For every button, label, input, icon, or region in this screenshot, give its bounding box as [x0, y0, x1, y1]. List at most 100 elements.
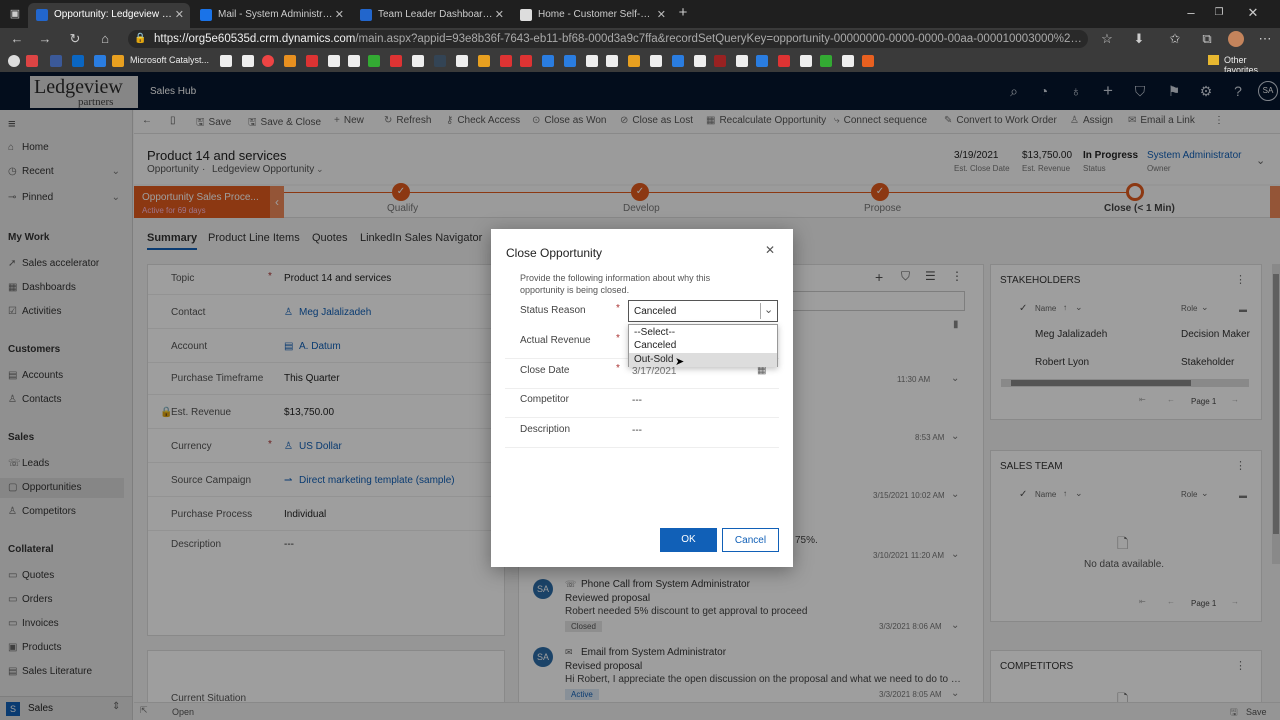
fav-icon[interactable]	[820, 55, 832, 67]
fav-icon[interactable]	[628, 55, 640, 67]
fav-icon[interactable]	[94, 55, 106, 67]
favorites-icon[interactable]: ✩	[1166, 30, 1184, 48]
outlook-icon	[200, 9, 212, 21]
linkedin-icon[interactable]	[72, 55, 84, 67]
page-icon[interactable]	[220, 55, 232, 67]
competitor-input[interactable]: ---	[632, 395, 642, 406]
close-icon[interactable]: ✕	[765, 243, 775, 257]
close-date-input[interactable]: 3/17/2021	[632, 366, 677, 377]
close-window-icon[interactable]: ✕	[1244, 4, 1262, 22]
lock-icon: 🔒	[134, 33, 147, 44]
restore-icon[interactable]: ❐	[1210, 4, 1228, 22]
fav-icon[interactable]	[714, 55, 726, 67]
windows-icon[interactable]	[112, 55, 124, 67]
fav-icon[interactable]	[26, 55, 38, 67]
minimize-icon[interactable]: –	[1182, 4, 1200, 22]
page-icon[interactable]	[328, 55, 340, 67]
dialog-intro: Provide the following information about …	[520, 273, 711, 295]
fav-icon[interactable]	[500, 55, 512, 67]
reload-icon[interactable]: ↻	[66, 30, 84, 48]
fav-icon[interactable]	[564, 55, 576, 67]
page-icon	[520, 9, 532, 21]
fav-icon[interactable]	[520, 55, 532, 67]
page-icon[interactable]	[242, 55, 254, 67]
fav-icon[interactable]	[262, 55, 274, 67]
fav-icon[interactable]	[434, 55, 446, 67]
page-icon[interactable]	[800, 55, 812, 67]
fav-icon[interactable]	[478, 55, 490, 67]
back-icon[interactable]: ←	[8, 30, 26, 48]
page-icon[interactable]	[650, 55, 662, 67]
fav-icon[interactable]	[8, 55, 20, 67]
url-input[interactable]: 🔒 https://org5e60535d.crm.dynamics.com/m…	[128, 30, 1088, 48]
option-canceled[interactable]: Canceled	[629, 339, 777, 353]
status-reason-label: Status Reason	[520, 305, 586, 316]
fav-microsoft-catalyst[interactable]: Microsoft Catalyst...	[130, 55, 209, 65]
description-row: Description ---	[505, 418, 779, 448]
fav-icon[interactable]	[368, 55, 380, 67]
dynamics-icon	[36, 9, 48, 21]
more-icon[interactable]: ⋯	[1256, 30, 1274, 48]
folder-icon	[1208, 55, 1219, 65]
page-icon[interactable]	[412, 55, 424, 67]
page-icon[interactable]	[586, 55, 598, 67]
ok-button[interactable]: OK	[660, 528, 717, 552]
tab-label: Opportunity: Ledgeview Opportu	[54, 9, 174, 20]
cancel-button[interactable]: Cancel	[722, 528, 779, 552]
browser-tab-dashboard[interactable]: Team Leader Dashboard - Dyna ✕	[352, 3, 510, 28]
new-tab-icon[interactable]: +	[674, 4, 692, 22]
fav-icon[interactable]	[306, 55, 318, 67]
fav-icon[interactable]	[672, 55, 684, 67]
dynamics-icon	[360, 9, 372, 21]
facebook-icon[interactable]	[50, 55, 62, 67]
required-marker: *	[616, 303, 620, 314]
url-host: https://org5e60535d.crm.dynamics.com	[154, 33, 356, 45]
option-out-sold[interactable]: Out-Sold	[629, 353, 777, 367]
home-icon[interactable]: ⌂	[96, 30, 114, 48]
fav-icon[interactable]	[736, 55, 748, 67]
close-tab-icon[interactable]: ✕	[495, 3, 504, 27]
actual-revenue-label: Actual Revenue	[520, 335, 591, 346]
fav-icon[interactable]	[284, 55, 296, 67]
favorite-star-icon[interactable]: ☆	[1098, 30, 1116, 48]
fav-icon[interactable]	[456, 55, 468, 67]
page-icon[interactable]	[606, 55, 618, 67]
favorites-bar: Microsoft Catalyst... Other favorites	[0, 50, 1280, 75]
page-icon[interactable]	[348, 55, 360, 67]
page-icon[interactable]	[842, 55, 854, 67]
fav-icon[interactable]	[862, 55, 874, 67]
profile-avatar[interactable]	[1228, 31, 1244, 47]
browser-tab-mail[interactable]: Mail - System Administrator - O ✕	[192, 3, 350, 28]
browser-address-bar: ← → ↻ ⌂ 🔒 https://org5e60535d.crm.dynami…	[0, 28, 1280, 50]
browser-menu-icon[interactable]: ▣	[6, 5, 24, 23]
status-reason-select[interactable]: Canceled ⌄	[628, 300, 778, 322]
browser-tab-opportunity[interactable]: Opportunity: Ledgeview Opportu ✕	[28, 3, 190, 28]
status-reason-value: Canceled	[634, 306, 677, 317]
close-tab-icon[interactable]: ✕	[335, 3, 344, 27]
mouse-cursor-icon: ➤	[675, 356, 685, 368]
option-select[interactable]: --Select--	[629, 326, 777, 340]
collections-icon[interactable]: ⧉	[1198, 30, 1216, 48]
description-input[interactable]: ---	[632, 425, 642, 436]
browser-tab-bar: ▣ Opportunity: Ledgeview Opportu ✕ Mail …	[0, 0, 1280, 28]
required-marker: *	[616, 363, 620, 374]
tab-label: Team Leader Dashboard - Dyna	[378, 9, 496, 20]
required-marker: *	[616, 333, 620, 344]
close-tab-icon[interactable]: ✕	[175, 3, 184, 27]
download-icon[interactable]: ⬇	[1130, 30, 1148, 48]
url-path: /main.aspx?appid=93e8b36f-7643-eb11-bf68…	[355, 33, 1088, 45]
fav-icon[interactable]	[778, 55, 790, 67]
fav-icon[interactable]	[390, 55, 402, 67]
competitor-row: Competitor ---	[505, 388, 779, 418]
page-icon[interactable]	[694, 55, 706, 67]
tab-label: Mail - System Administrator - O	[218, 9, 336, 20]
fav-icon[interactable]	[756, 55, 768, 67]
description-label: Description	[520, 424, 571, 435]
forward-icon[interactable]: →	[36, 30, 54, 48]
close-date-label: Close Date	[520, 365, 570, 376]
fav-icon[interactable]	[542, 55, 554, 67]
close-tab-icon[interactable]: ✕	[657, 3, 666, 27]
dialog-title: Close Opportunity	[506, 246, 603, 260]
browser-tab-selfservice[interactable]: Home - Customer Self-Service ✕	[512, 3, 672, 28]
chevron-down-icon[interactable]: ⌄	[764, 303, 773, 316]
